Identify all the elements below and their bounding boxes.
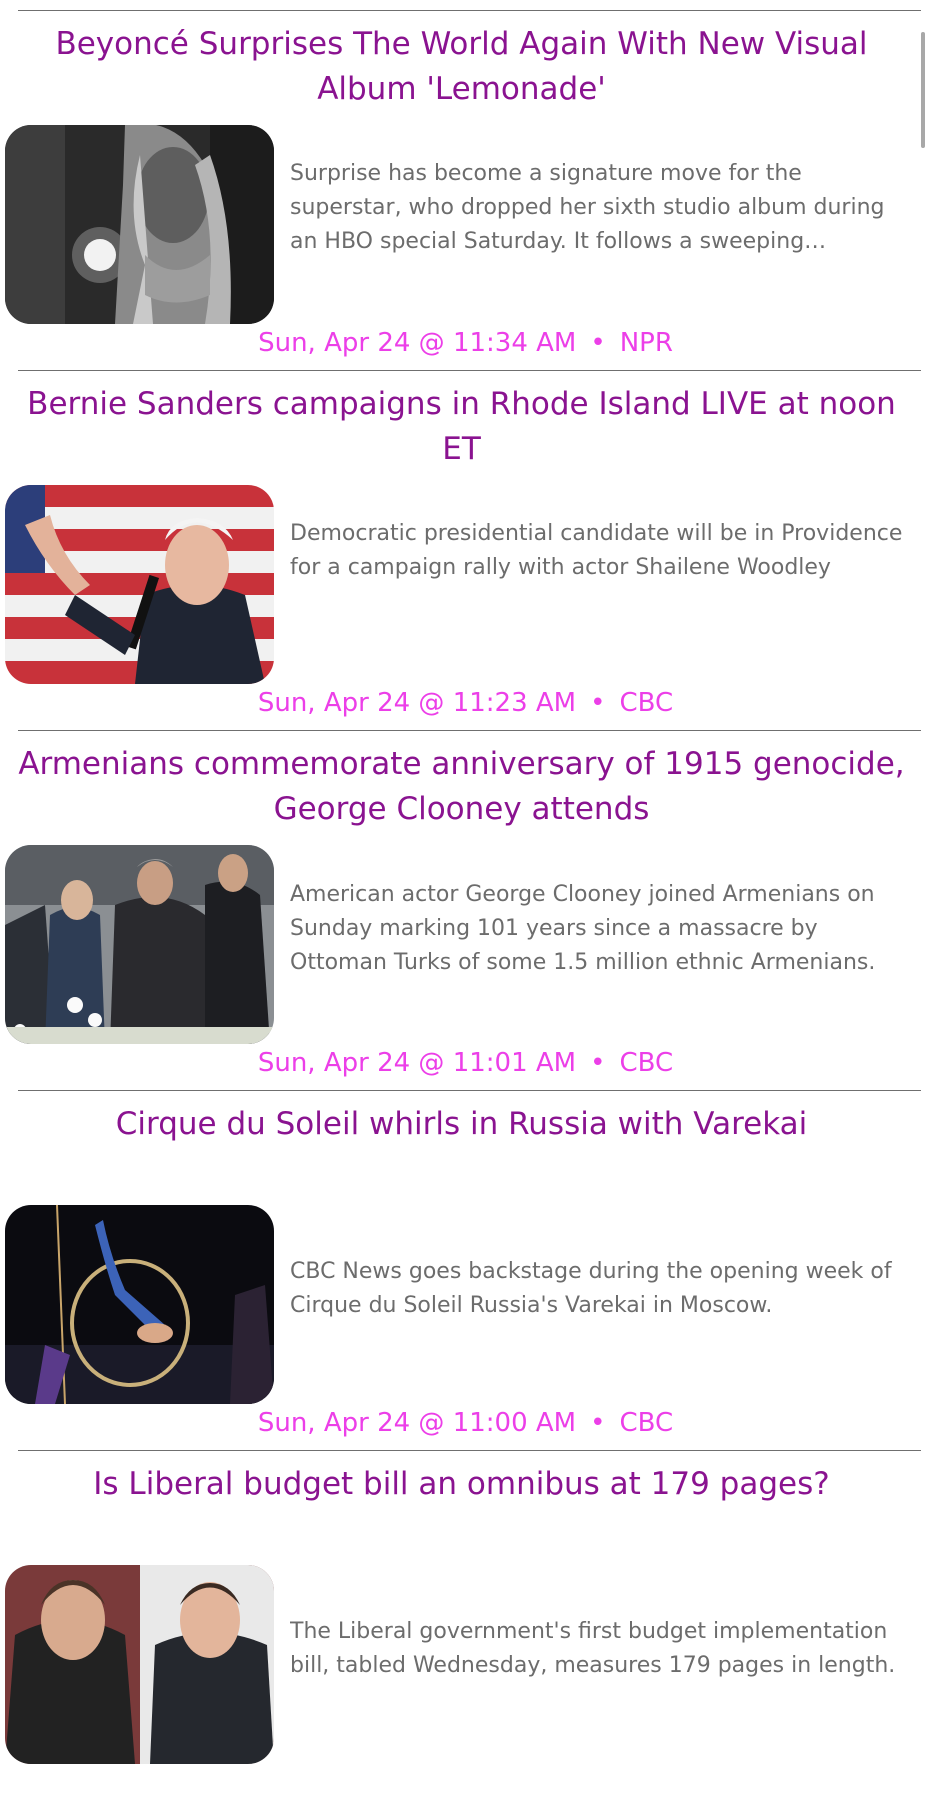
headline[interactable]: Beyoncé Surprises The World Again With N…: [12, 22, 911, 112]
article-thumbnail[interactable]: [5, 485, 274, 684]
article-summary: The Liberal government's first budget im…: [290, 1619, 896, 1678]
headline[interactable]: Is Liberal budget bill an omnibus at 179…: [12, 1462, 911, 1507]
article-summary: American actor George Clooney joined Arm…: [290, 882, 876, 975]
article-summary: Democratic presidential candidate will b…: [290, 521, 903, 580]
article-meta: Sun, Apr 24 @ 11:23 AM • CBC: [0, 683, 931, 723]
article-source[interactable]: CBC: [619, 688, 673, 718]
article-date: Sun, Apr 24 @ 11:34 AM: [258, 328, 577, 358]
news-item[interactable]: Armenians commemorate anniversary of 191…: [0, 720, 931, 1079]
news-item[interactable]: Beyoncé Surprises The World Again With N…: [0, 0, 931, 359]
article-source[interactable]: CBC: [619, 1408, 673, 1438]
divider: [18, 1090, 921, 1091]
headline[interactable]: Armenians commemorate anniversary of 191…: [12, 742, 911, 832]
article-date: Sun, Apr 24 @ 11:00 AM: [257, 1408, 577, 1438]
article-thumbnail[interactable]: [5, 125, 274, 324]
separator-dot: •: [590, 688, 606, 718]
article-summary: CBC News goes backstage during the openi…: [290, 1259, 892, 1318]
headline[interactable]: Cirque du Soleil whirls in Russia with V…: [12, 1102, 911, 1147]
article-summary: Surprise has become a signature move for…: [290, 161, 885, 254]
divider: [18, 10, 921, 11]
article-source[interactable]: CBC: [619, 1048, 673, 1078]
separator-dot: •: [590, 1048, 606, 1078]
article-date: Sun, Apr 24 @ 11:23 AM: [257, 688, 577, 718]
news-item[interactable]: Cirque du Soleil whirls in Russia with V…: [0, 1080, 931, 1439]
article-source[interactable]: NPR: [620, 328, 673, 358]
divider: [18, 1450, 921, 1451]
news-item[interactable]: Bernie Sanders campaigns in Rhode Island…: [0, 360, 931, 719]
article-thumbnail[interactable]: [5, 1205, 274, 1404]
article-thumbnail[interactable]: [5, 1565, 274, 1764]
divider: [18, 730, 921, 731]
divider: [18, 370, 921, 371]
scrollbar[interactable]: [921, 32, 925, 148]
article-meta: Sun, Apr 24 @ 11:00 AM • CBC: [0, 1403, 931, 1443]
article-thumbnail[interactable]: [5, 845, 274, 1044]
article-meta: Sun, Apr 24 @ 11:34 AM • NPR: [0, 323, 931, 363]
separator-dot: •: [590, 1408, 606, 1438]
separator-dot: •: [590, 328, 606, 358]
headline[interactable]: Bernie Sanders campaigns in Rhode Island…: [12, 382, 911, 472]
article-meta: Sun, Apr 24 @ 11:01 AM • CBC: [0, 1043, 931, 1083]
news-item[interactable]: Is Liberal budget bill an omnibus at 179…: [0, 1440, 931, 1799]
article-date: Sun, Apr 24 @ 11:01 AM: [257, 1048, 577, 1078]
